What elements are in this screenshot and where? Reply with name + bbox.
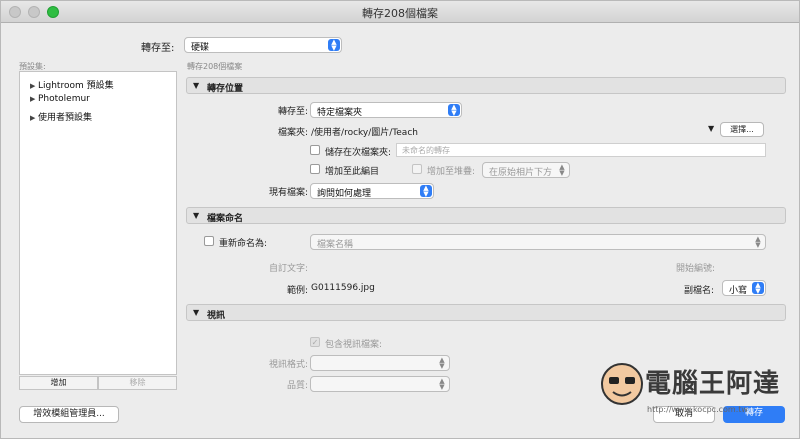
rename-template-value: 檔案名稱 (317, 240, 354, 250)
destination-select[interactable]: 硬碟 ▲ ▼ (184, 37, 342, 53)
quality-select[interactable]: ▲ ▼ (310, 376, 450, 392)
subfolder-label: 儲存在次檔案夾: (325, 148, 392, 158)
extension-select[interactable]: 小寫 ▲ ▼ (722, 280, 766, 296)
watermark-logo: 電腦王阿達 http://www.kocpc.com.tw (597, 353, 797, 433)
export-to-select[interactable]: 特定檔案夾 ▲ ▼ (310, 102, 462, 118)
export-location-header[interactable]: ▼ 轉存位置 (186, 77, 786, 94)
subfolder-field[interactable]: 未命名的轉存 (396, 143, 766, 157)
title-bar: 轉存208個檔案 (1, 1, 799, 23)
start-number-label: 開始編號: (676, 264, 716, 274)
select-arrows-icon: ▲ ▼ (752, 282, 764, 295)
collapse-triangle-icon: ▼ (193, 211, 200, 220)
preset-item-user[interactable]: ▶ 使用者預設集 (30, 110, 92, 123)
watermark-url: http://www.kocpc.com.tw (647, 405, 748, 414)
watermark-text: 電腦王阿達 (645, 369, 781, 399)
example-label: 範例: (286, 286, 308, 296)
add-to-catalog-label: 增加至此編目 (325, 167, 380, 177)
add-to-stack-checkbox[interactable] (412, 164, 422, 174)
existing-files-value: 詢問如何處理 (317, 189, 372, 199)
collapse-triangle-icon: ▼ (193, 308, 200, 317)
select-arrows-icon: ▲ ▼ (439, 377, 445, 391)
disclosure-triangle-icon: ▶ (30, 114, 36, 122)
select-arrows-icon: ▲ ▼ (448, 104, 460, 117)
quality-label: 品質: (286, 381, 308, 391)
export-location-panel: ▼ 轉存位置 轉存至: 特定檔案夾 ▲ ▼ 檔案夾: /使用者/rocky/圖片/… (186, 77, 786, 203)
subfolder-checkbox[interactable] (310, 145, 320, 155)
plugin-manager-button[interactable]: 增效模組管理員... (19, 406, 119, 423)
custom-text-label: 自訂文字: (268, 264, 308, 274)
select-arrows-icon: ▲ ▼ (328, 39, 340, 52)
preset-buttons: 增加 移除 (19, 376, 177, 390)
preset-item-label: Photolemur (38, 94, 90, 104)
video-format-select[interactable]: ▲ ▼ (310, 355, 450, 371)
folder-history-arrow-icon[interactable]: ▼ (708, 124, 714, 133)
select-arrows-icon: ▲ ▼ (420, 185, 432, 198)
select-arrows-icon: ▲ ▼ (439, 356, 445, 370)
destination-label: 轉存至: (141, 43, 175, 54)
rename-template-select[interactable]: 檔案名稱 ▲ ▼ (310, 234, 766, 250)
panel-title: 檔案命名 (207, 214, 244, 224)
select-arrows-icon: ▲ ▼ (755, 235, 761, 249)
panel-title: 視訊 (207, 311, 226, 321)
export-dialog: 轉存208個檔案 轉存至: 硬碟 ▲ ▼ 預設集: ▶ Lightroom 預設集 … (0, 0, 800, 439)
disclosure-triangle-icon: ▶ (30, 95, 36, 103)
folder-label: 檔案夾: (277, 128, 308, 138)
extension-value: 小寫 (729, 286, 748, 296)
preset-item-label: 使用者預設集 (38, 113, 93, 123)
add-to-catalog-checkbox[interactable] (310, 164, 320, 174)
export-to-value: 特定檔案夾 (317, 108, 363, 118)
panel-title: 轉存位置 (207, 84, 244, 94)
add-to-stack-label: 增加至堆疊: (427, 167, 476, 177)
stack-position-select[interactable]: 在原始相片下方 ▲ ▼ (482, 162, 570, 178)
folder-path: /使用者/rocky/圖片/Teach (311, 128, 418, 138)
video-header[interactable]: ▼ 視訊 (186, 304, 786, 321)
export-count-label: 轉存208個檔案 (187, 62, 243, 71)
extension-label: 副檔名: (684, 286, 715, 296)
add-preset-button[interactable]: 增加 (19, 376, 98, 390)
rename-label: 重新命名為: (219, 239, 268, 249)
rename-checkbox[interactable] (204, 236, 214, 246)
video-format-label: 視訊格式: (268, 360, 308, 370)
export-to-label: 轉存至: (277, 107, 308, 117)
watermark-face-icon (601, 363, 643, 405)
file-naming-panel: ▼ 檔案命名 重新命名為: 檔案名稱 ▲ ▼ 自訂文字: 開始編號: 範例: G0… (186, 207, 786, 299)
stack-position-value: 在原始相片下方 (489, 168, 553, 178)
existing-files-select[interactable]: 詢問如何處理 ▲ ▼ (310, 183, 434, 199)
collapse-triangle-icon: ▼ (193, 81, 200, 90)
destination-select-value: 硬碟 (191, 43, 210, 53)
window-title: 轉存208個檔案 (362, 7, 438, 20)
preset-item-lightroom[interactable]: ▶ Lightroom 預設集 (30, 78, 114, 91)
include-video-checkbox[interactable]: ✓ (310, 337, 320, 347)
presets-list: ▶ Lightroom 預設集 ▶ Photolemur ▶ 使用者預設集 (19, 71, 177, 375)
choose-folder-button[interactable]: 選擇... (720, 122, 764, 137)
file-naming-header[interactable]: ▼ 檔案命名 (186, 207, 786, 224)
preset-item-label: Lightroom 預設集 (38, 81, 114, 91)
select-arrows-icon: ▲ ▼ (559, 163, 565, 177)
existing-files-label: 現有檔案: (268, 188, 308, 198)
remove-preset-button[interactable]: 移除 (98, 376, 177, 390)
example-value: G0111596.jpg (311, 283, 375, 293)
preset-item-photolemur[interactable]: ▶ Photolemur (30, 94, 90, 104)
include-video-label: 包含視訊檔案: (325, 340, 383, 350)
disclosure-triangle-icon: ▶ (30, 82, 36, 90)
